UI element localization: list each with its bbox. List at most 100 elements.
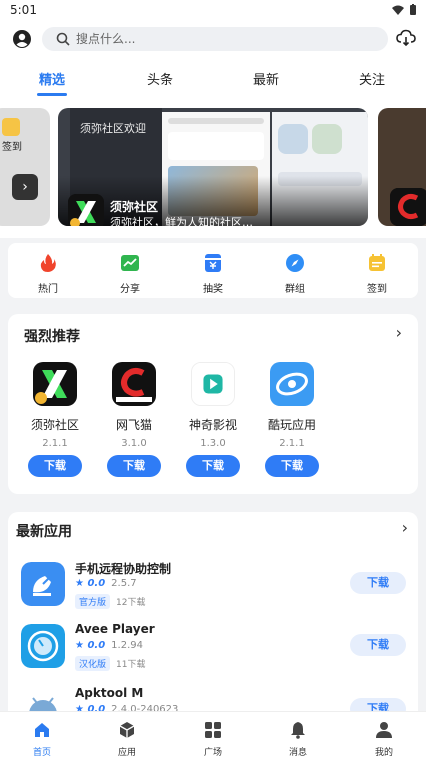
banner-carousel[interactable]: 签到 › 须弥社区欢迎 须弥社区 须弥社区，鲜为人知的社区… bbox=[0, 98, 426, 238]
search-icon bbox=[56, 32, 70, 46]
rec-app-name: 酷玩应用 bbox=[267, 418, 316, 432]
app-rating: ★ 0.0 bbox=[75, 578, 106, 589]
banner-screen-text: 须弥社区欢迎 bbox=[80, 122, 146, 135]
shortcut-signin-label: 签到 bbox=[367, 284, 387, 295]
top-bar: 搜点什么... bbox=[0, 20, 426, 60]
tab-bar: 精选 头条 最新 关注 bbox=[0, 60, 426, 98]
tab-headlines[interactable]: 头条 bbox=[147, 69, 173, 88]
bell-icon bbox=[291, 722, 305, 739]
rec-app-name: 神奇影视 bbox=[188, 418, 237, 432]
shortcut-share[interactable]: 分享 bbox=[105, 253, 155, 295]
banner-slide-prev[interactable]: 签到 › bbox=[0, 108, 50, 226]
nav-home[interactable]: 首页 bbox=[17, 721, 67, 758]
newest-more-icon[interactable]: › bbox=[402, 518, 408, 537]
status-icons bbox=[392, 4, 416, 15]
rec-app-version: 3.1.0 bbox=[121, 438, 147, 449]
rec-app-version: 1.3.0 bbox=[200, 438, 226, 449]
recommend-more-icon[interactable]: › bbox=[396, 323, 402, 342]
avee-player-icon bbox=[21, 624, 65, 668]
chevron-right-icon: › bbox=[12, 174, 38, 200]
app-name: Apktool M bbox=[75, 686, 144, 700]
recommend-section: 强烈推荐 › 须弥社区 2.1.1 下载 网飞猫 3.1.0 下载 神奇影视 1… bbox=[8, 314, 418, 494]
rec-app-kuwan[interactable]: 酷玩应用 2.1.1 下载 bbox=[256, 362, 328, 477]
shortcut-groups[interactable]: 群组 bbox=[270, 253, 320, 295]
cloud-download-icon[interactable] bbox=[396, 29, 416, 47]
shortcut-lottery-label: 抽奖 bbox=[203, 284, 223, 295]
shortcut-groups-label: 群组 bbox=[285, 284, 305, 295]
tab-featured[interactable]: 精选 bbox=[39, 69, 65, 88]
banner-app-description: 须弥社区，鲜为人知的社区… bbox=[110, 216, 253, 226]
list-item[interactable]: Avee Player ★ 0.0 1.2.94 汉化版 11下载 下载 bbox=[8, 620, 418, 682]
shortcut-hot-label: 热门 bbox=[38, 284, 58, 295]
share-chart-icon bbox=[121, 255, 139, 271]
banner-slide-next[interactable] bbox=[378, 108, 426, 226]
app-tag: 官方版 bbox=[75, 594, 111, 609]
app-version: 1.2.94 bbox=[111, 640, 143, 651]
nav-square[interactable]: 广场 bbox=[188, 721, 238, 758]
tab-latest[interactable]: 最新 bbox=[253, 69, 279, 88]
kuwan-app-icon bbox=[270, 362, 314, 406]
sign-in-icon bbox=[2, 118, 20, 136]
bottom-nav: 首页 应用 广场 消息 我的 bbox=[0, 711, 426, 759]
app-downloads: 12下载 bbox=[116, 598, 146, 608]
xumi-app-icon bbox=[33, 362, 77, 406]
nav-apps-label: 应用 bbox=[117, 748, 136, 758]
download-button[interactable]: 下载 bbox=[186, 455, 240, 477]
download-button[interactable]: 下载 bbox=[350, 572, 406, 594]
app-meta: ★ 0.0 1.2.94 bbox=[75, 640, 143, 651]
status-bar: 5:01 bbox=[0, 0, 426, 20]
shortcut-share-label: 分享 bbox=[120, 284, 140, 295]
app-downloads: 11下载 bbox=[116, 660, 146, 670]
rec-app-version: 2.1.1 bbox=[42, 438, 68, 449]
avatar-icon[interactable] bbox=[13, 30, 31, 48]
app-rating: ★ 0.0 bbox=[75, 640, 106, 651]
app-version: 2.5.7 bbox=[111, 578, 137, 589]
shortcut-signin[interactable]: 签到 bbox=[352, 253, 402, 295]
list-item[interactable]: 手机远程协助控制 ★ 0.0 2.5.7 官方版 12下载 下载 bbox=[8, 558, 418, 620]
nav-profile-label: 我的 bbox=[374, 748, 393, 758]
rec-app-name: 网飞猫 bbox=[115, 418, 152, 432]
tab-following[interactable]: 关注 bbox=[359, 69, 385, 88]
nav-apps[interactable]: 应用 bbox=[102, 721, 152, 758]
lottery-icon bbox=[205, 254, 221, 272]
search-input[interactable]: 搜点什么... bbox=[42, 27, 388, 51]
download-button[interactable]: 下载 bbox=[107, 455, 161, 477]
app-name: 手机远程协助控制 bbox=[75, 562, 172, 576]
nav-messages[interactable]: 消息 bbox=[273, 721, 323, 758]
battery-icon bbox=[410, 4, 416, 15]
satellite-app-icon bbox=[21, 562, 65, 606]
person-icon bbox=[376, 722, 392, 738]
shortcut-hot[interactable]: 热门 bbox=[23, 253, 73, 295]
play-app-icon bbox=[191, 362, 235, 406]
nav-home-label: 首页 bbox=[32, 748, 51, 758]
search-placeholder: 搜点什么... bbox=[76, 32, 136, 46]
status-time: 5:01 bbox=[10, 3, 37, 17]
tab-indicator bbox=[37, 93, 67, 96]
nav-square-label: 广场 bbox=[203, 748, 222, 758]
nav-profile[interactable]: 我的 bbox=[359, 721, 409, 758]
app-tag: 汉化版 bbox=[75, 656, 111, 671]
shortcut-lottery[interactable]: 抽奖 bbox=[188, 253, 238, 295]
recommend-title: 强烈推荐 bbox=[24, 329, 80, 345]
banner-sign-label: 签到 bbox=[2, 142, 22, 153]
wifi-icon bbox=[392, 5, 404, 15]
rec-app-xumi[interactable]: 须弥社区 2.1.1 下载 bbox=[19, 362, 91, 477]
app-meta: ★ 0.0 2.5.7 bbox=[75, 578, 137, 589]
app-name: Avee Player bbox=[75, 622, 155, 636]
nav-messages-label: 消息 bbox=[288, 748, 307, 758]
rec-app-ncat[interactable]: 网飞猫 3.1.0 下载 bbox=[98, 362, 170, 477]
rec-app-name: 须弥社区 bbox=[30, 418, 79, 432]
home-icon bbox=[35, 723, 49, 737]
download-button[interactable]: 下载 bbox=[350, 634, 406, 656]
compass-icon bbox=[286, 254, 304, 272]
fire-icon bbox=[40, 254, 56, 272]
download-button[interactable]: 下载 bbox=[28, 455, 82, 477]
download-button[interactable]: 下载 bbox=[265, 455, 319, 477]
rec-app-magic-video[interactable]: 神奇影视 1.3.0 下载 bbox=[177, 362, 249, 477]
app-tags: 官方版 12下载 bbox=[75, 594, 145, 609]
rec-app-version: 2.1.1 bbox=[279, 438, 305, 449]
newest-title: 最新应用 bbox=[16, 524, 72, 540]
newest-section: 最新应用 › 手机远程协助控制 ★ 0.0 2.5.7 官方版 12下载 下载 … bbox=[8, 512, 418, 722]
banner-slide-current[interactable]: 须弥社区欢迎 须弥社区 须弥社区，鲜为人知的社区… bbox=[58, 108, 368, 226]
ncat-app-icon bbox=[112, 362, 156, 406]
